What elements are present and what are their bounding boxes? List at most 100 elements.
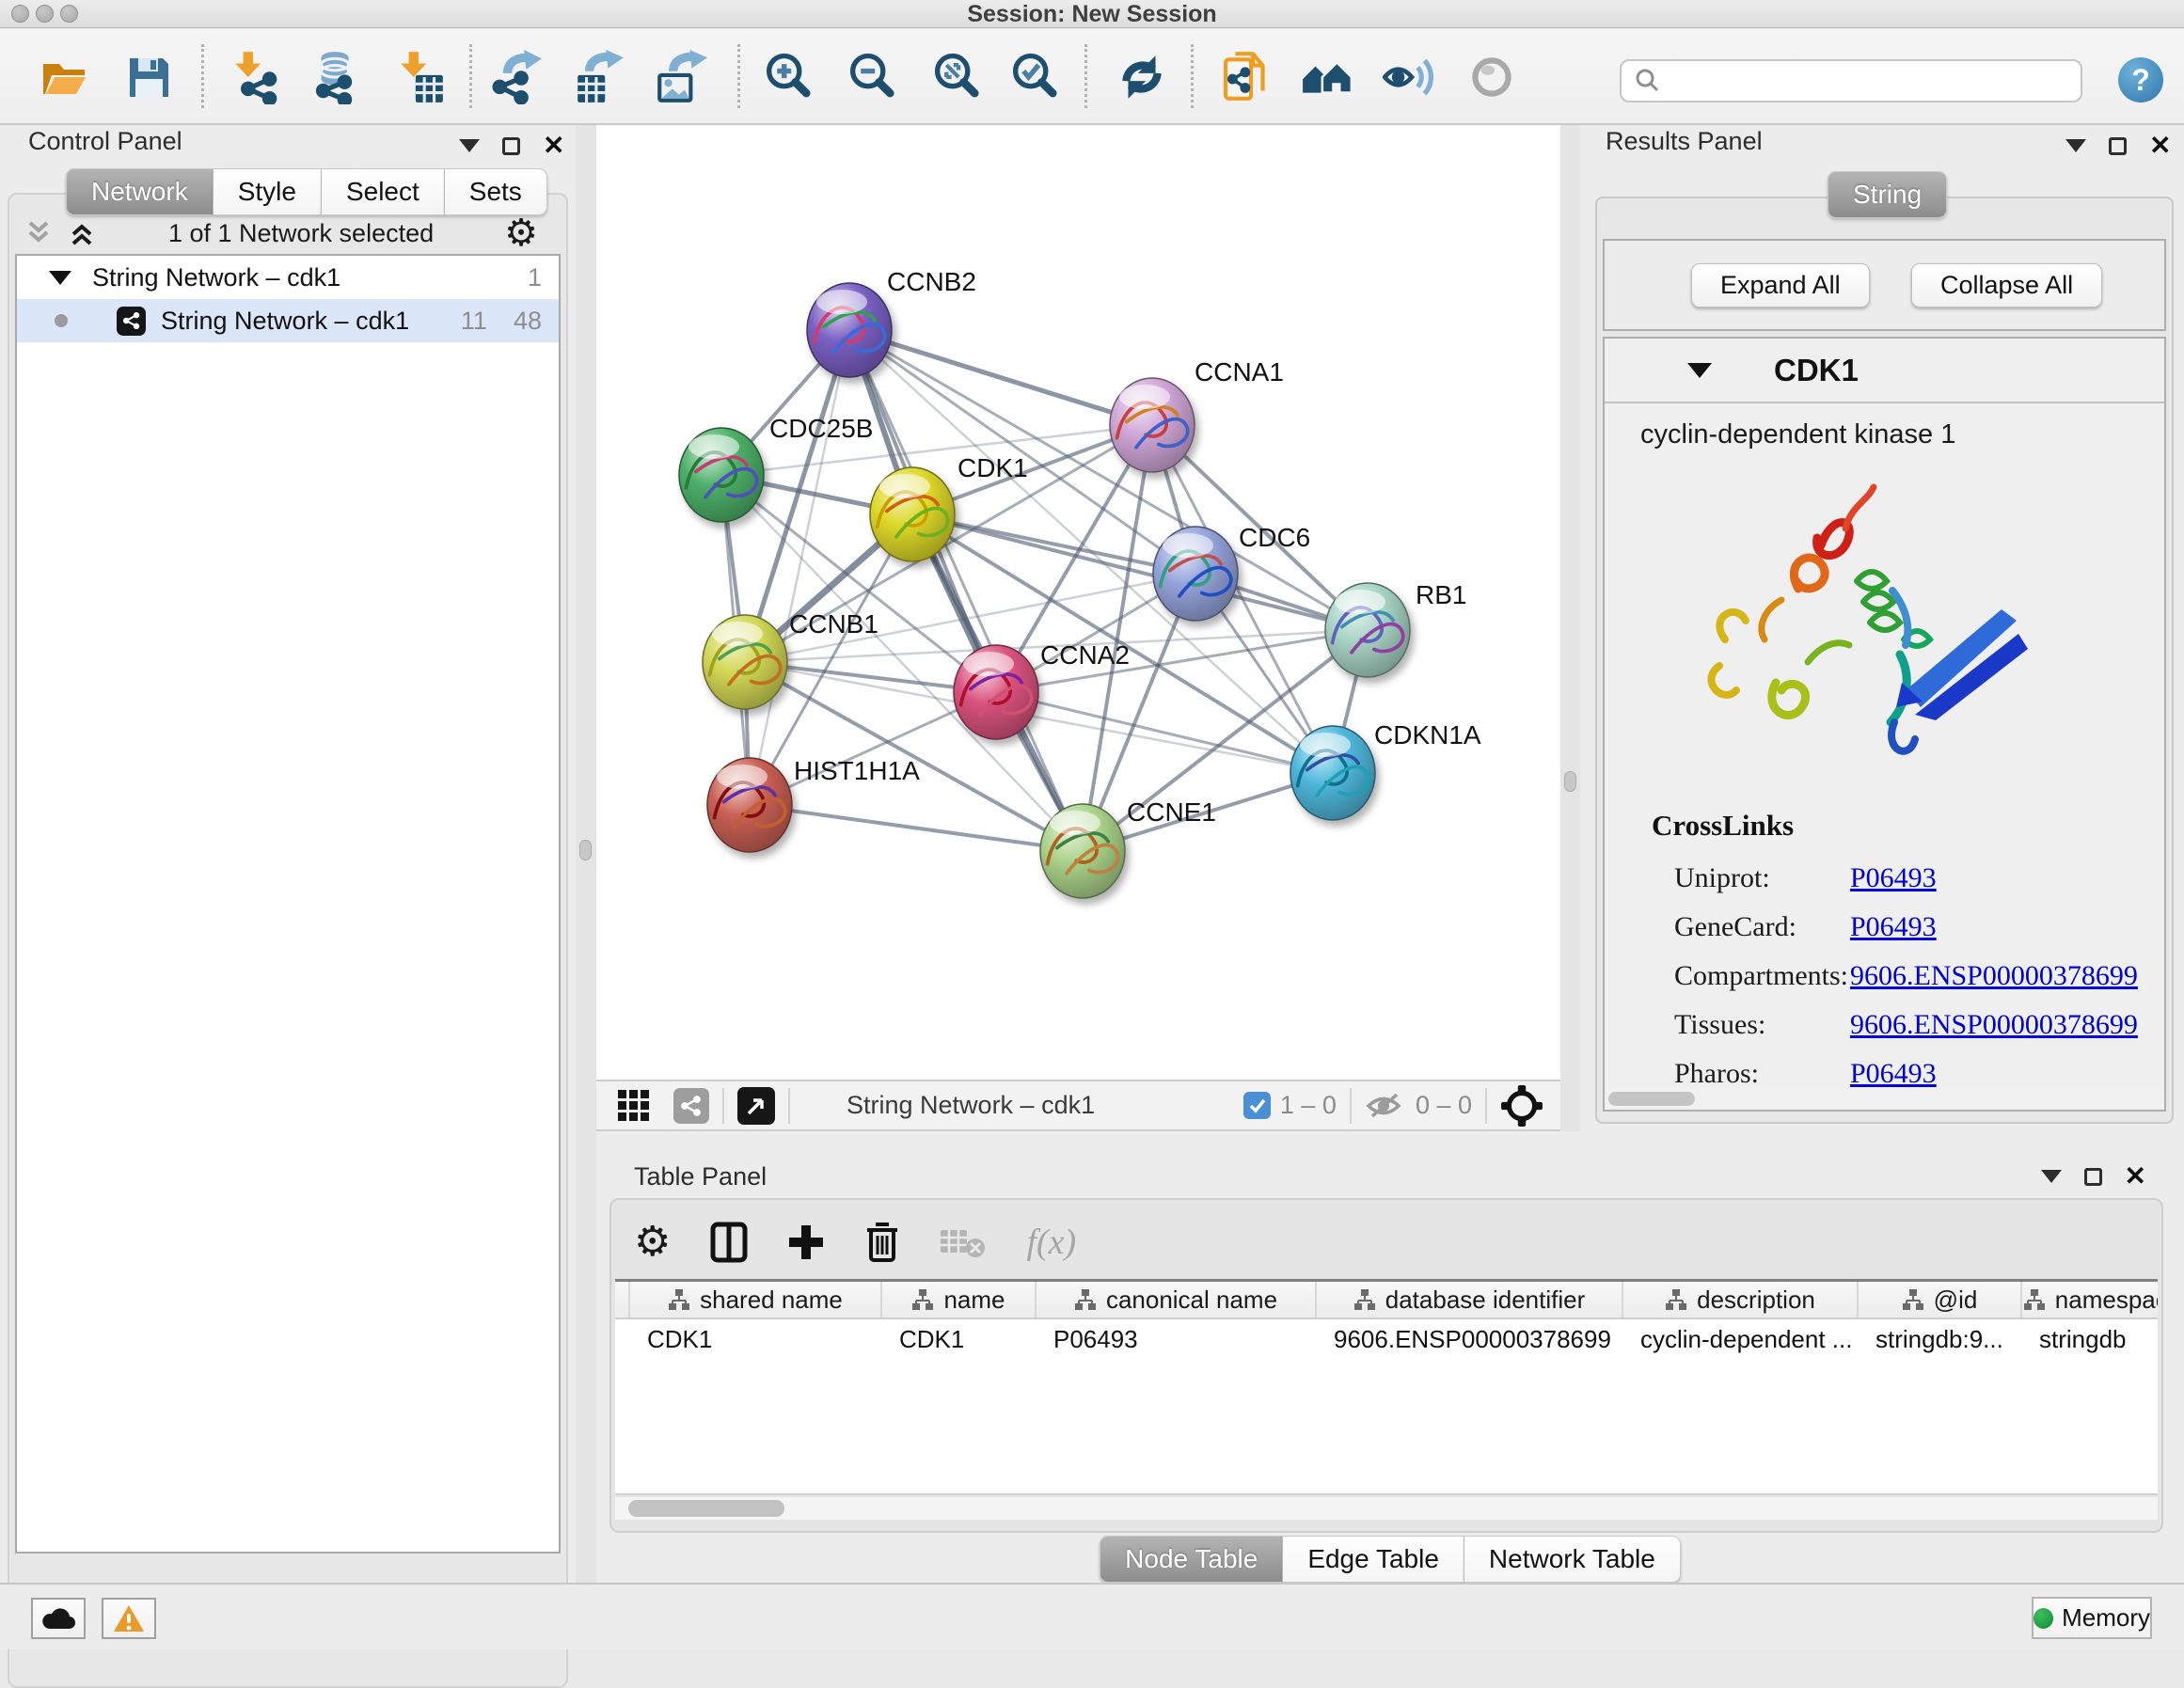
card-description: cyclin-dependent kinase 1 xyxy=(1640,419,1955,450)
column-header-@id[interactable]: @id xyxy=(1859,1282,2022,1317)
float-panel-icon[interactable] xyxy=(2065,139,2086,152)
network-edge-CCNA1-CCNE1[interactable] xyxy=(1083,425,1152,851)
close-panel-icon[interactable]: ✕ xyxy=(2149,133,2171,159)
expand-all-icon[interactable] xyxy=(66,217,98,249)
table-row[interactable]: CDK1CDK1P064939606.ENSP00000378699cyclin… xyxy=(615,1319,2158,1359)
help-button[interactable]: ? xyxy=(2118,57,2163,103)
crosslink-link[interactable]: P06493 xyxy=(1850,1058,1937,1090)
close-panel-icon[interactable]: ✕ xyxy=(2125,1163,2146,1190)
zoom-out-icon[interactable] xyxy=(843,48,901,106)
table-cell[interactable]: stringdb:9... xyxy=(1859,1319,2022,1359)
maximize-panel-icon[interactable] xyxy=(2109,137,2127,155)
network-node-HIST1H1A[interactable]: HIST1H1A xyxy=(707,756,920,852)
crosslink-link[interactable]: P06493 xyxy=(1850,911,1937,943)
search-input[interactable] xyxy=(1620,59,2082,103)
zoom-selected-icon[interactable] xyxy=(1005,48,1064,106)
column-header-description[interactable]: description xyxy=(1623,1282,1859,1317)
import-table-icon[interactable] xyxy=(390,48,449,106)
float-panel-icon[interactable] xyxy=(459,139,480,152)
splitter-handle[interactable] xyxy=(579,840,592,860)
delete-column-icon[interactable] xyxy=(864,1222,900,1263)
memory-button[interactable]: Memory xyxy=(2032,1597,2152,1639)
table-cell[interactable]: 9606.ENSP00000378699 xyxy=(1317,1319,1623,1359)
collection-expander-icon[interactable] xyxy=(49,271,71,285)
collapse-all-button[interactable]: Collapse All xyxy=(1911,263,2102,308)
control-panel-tab-style[interactable]: Style xyxy=(214,168,322,215)
network-node-CCNE1[interactable]: CCNE1 xyxy=(1040,797,1216,898)
card-hscrollbar[interactable] xyxy=(1606,1090,2164,1108)
collapse-all-icon[interactable] xyxy=(23,217,55,249)
network-node-CDC6[interactable]: CDC6 xyxy=(1153,523,1310,621)
selected-checkbox-icon[interactable] xyxy=(1243,1092,1271,1119)
table-options-gear-icon[interactable]: ⚙ xyxy=(634,1222,671,1263)
show-hide-graphics-icon[interactable] xyxy=(1381,48,1439,106)
network-node-RB1[interactable]: RB1 xyxy=(1325,580,1466,677)
table-hscrollbar[interactable] xyxy=(615,1497,2158,1520)
export-table-icon[interactable] xyxy=(570,48,628,106)
zoom-in-icon[interactable] xyxy=(759,48,817,106)
column-header-shared-name[interactable]: shared name xyxy=(630,1282,882,1317)
save-session-icon[interactable] xyxy=(119,48,178,106)
table-cell[interactable]: CDK1 xyxy=(882,1319,1037,1359)
crosslink-link[interactable]: 9606.ENSP00000378699 xyxy=(1850,960,2138,992)
network-edge-CCNA2-CDKN1A[interactable] xyxy=(996,692,1333,773)
network-node-CDK1[interactable]: CDK1 xyxy=(870,453,1028,561)
close-panel-icon[interactable]: ✕ xyxy=(543,133,564,159)
table-cell[interactable]: stringdb xyxy=(2022,1319,2158,1359)
refresh-icon[interactable] xyxy=(1113,48,1171,106)
crosslink-link[interactable]: 9606.ENSP00000378699 xyxy=(1850,1009,2138,1041)
expand-all-button[interactable]: Expand All xyxy=(1691,263,1870,308)
column-type-icon xyxy=(1353,1288,1376,1311)
hidden-eye-slash-icon xyxy=(1365,1090,1406,1122)
network-edge-CCNB2-HIST1H1A[interactable] xyxy=(750,330,849,805)
splitter-handle[interactable] xyxy=(1564,771,1576,792)
export-image-icon[interactable] xyxy=(652,48,710,106)
column-header-name[interactable]: name xyxy=(882,1282,1037,1317)
column-header-database-identifier[interactable]: database identifier xyxy=(1317,1282,1623,1317)
add-column-icon[interactable] xyxy=(787,1223,825,1261)
warnings-button[interactable] xyxy=(102,1598,156,1639)
fit-selected-target-icon[interactable] xyxy=(1500,1084,1543,1128)
import-database-icon[interactable] xyxy=(304,48,362,106)
network-collection-row[interactable]: String Network – cdk1 1 xyxy=(17,256,559,299)
control-panel-tab-network[interactable]: Network xyxy=(66,168,214,215)
card-expander-icon[interactable] xyxy=(1687,363,1712,378)
table-cell[interactable]: P06493 xyxy=(1037,1319,1317,1359)
zoom-fit-icon[interactable] xyxy=(927,48,986,106)
network-options-gear-icon[interactable]: ⚙ xyxy=(504,214,538,252)
table-cell[interactable]: CDK1 xyxy=(630,1319,882,1359)
table-cell[interactable]: cyclin-dependent ... xyxy=(1623,1319,1859,1359)
cloud-services-button[interactable] xyxy=(31,1598,86,1639)
network-node-CCNA1[interactable]: CCNA1 xyxy=(1110,357,1284,472)
network-node-CDKN1A[interactable]: CDKN1A xyxy=(1290,720,1481,820)
right-splitter[interactable] xyxy=(1560,125,1580,1131)
network-icon-disabled[interactable] xyxy=(673,1088,709,1124)
network-edge-HIST1H1A-CCNE1[interactable] xyxy=(750,805,1083,851)
open-session-icon[interactable] xyxy=(35,48,93,106)
network-canvas[interactable]: CCNB2CCNA1CDC25BCDK1CDC6RB1CCNB1CCNA2CDK… xyxy=(596,125,1560,1080)
copy-network-icon[interactable] xyxy=(1220,48,1278,106)
results-panel-body: Expand All Collapse All CDK1 cyclin-depe… xyxy=(1595,197,2174,1124)
eye-disabled-icon[interactable] xyxy=(1463,48,1521,106)
table-tab-node-table[interactable]: Node Table xyxy=(1100,1536,1283,1583)
import-network-icon[interactable] xyxy=(225,48,283,106)
birdseye-view-icon[interactable] xyxy=(737,1087,775,1125)
results-tab-string[interactable]: String xyxy=(1828,171,1947,218)
grid-view-icon[interactable] xyxy=(617,1089,651,1123)
control-panel-tab-sets[interactable]: Sets xyxy=(445,168,547,215)
column-header-namespace[interactable]: namespace xyxy=(2022,1282,2158,1317)
crosslink-link[interactable]: P06493 xyxy=(1850,862,1937,894)
table-tab-network-table[interactable]: Network Table xyxy=(1464,1536,1681,1583)
column-header-canonical-name[interactable]: canonical name xyxy=(1037,1282,1317,1317)
table-tab-edge-table[interactable]: Edge Table xyxy=(1283,1536,1464,1583)
export-network-icon[interactable] xyxy=(490,48,548,106)
maximize-panel-icon[interactable] xyxy=(502,137,520,155)
left-splitter[interactable] xyxy=(576,125,596,1583)
network-edge-CCNB2-CCNA1[interactable] xyxy=(849,330,1152,425)
control-panel-tab-select[interactable]: Select xyxy=(322,168,445,215)
network-row-selected[interactable]: String Network – cdk1 11 48 xyxy=(17,299,559,342)
maximize-panel-icon[interactable] xyxy=(2084,1168,2102,1186)
show-columns-icon[interactable] xyxy=(710,1222,748,1263)
float-panel-icon[interactable] xyxy=(2041,1170,2062,1183)
home-networks-icon[interactable] xyxy=(1298,48,1356,106)
